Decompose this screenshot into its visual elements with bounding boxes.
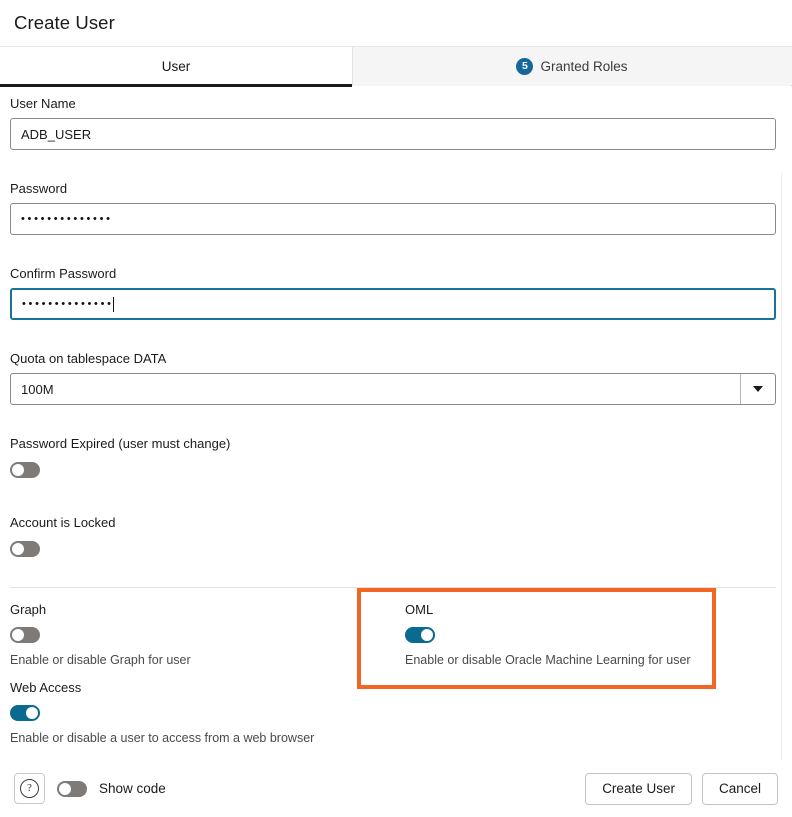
oml-help-text: Enable or disable Oracle Machine Learnin… xyxy=(405,652,691,668)
user-name-input[interactable]: ADB_USER xyxy=(10,118,776,150)
graph-help-text: Enable or disable Graph for user xyxy=(10,652,191,668)
toggle-knob xyxy=(12,464,24,476)
web-access-toggle[interactable] xyxy=(10,705,40,721)
footer-right-group: Create User Cancel xyxy=(585,773,778,805)
create-user-button[interactable]: Create User xyxy=(585,773,692,805)
field-password-expired: Password Expired (user must change) xyxy=(10,436,230,478)
dialog-footer: ? Show code Create User Cancel xyxy=(0,760,792,817)
field-password: Password •••••••••••••• xyxy=(10,181,776,235)
toggle-knob xyxy=(12,543,24,555)
field-oml: OML Enable or disable Oracle Machine Lea… xyxy=(405,602,691,668)
user-name-label: User Name xyxy=(10,96,776,112)
confirm-password-value: •••••••••••••• xyxy=(22,299,114,310)
field-account-locked: Account is Locked xyxy=(10,515,116,557)
toggle-knob xyxy=(421,629,433,641)
tab-granted-roles-label: Granted Roles xyxy=(540,59,627,74)
oml-toggle[interactable] xyxy=(405,627,435,643)
page-title: Create User xyxy=(14,12,115,34)
vertical-scrollbar[interactable] xyxy=(781,173,792,760)
password-expired-toggle[interactable] xyxy=(10,462,40,478)
create-user-dialog: Create User User 5 Granted Roles User Na… xyxy=(0,0,792,817)
web-access-label: Web Access xyxy=(10,680,314,696)
help-button[interactable]: ? xyxy=(14,773,45,804)
field-graph: Graph Enable or disable Graph for user xyxy=(10,602,191,668)
dialog-header: Create User xyxy=(0,0,792,47)
text-caret xyxy=(113,297,114,312)
tab-user-label: User xyxy=(162,59,191,74)
field-quota: Quota on tablespace DATA 100M xyxy=(10,351,776,405)
field-web-access: Web Access Enable or disable a user to a… xyxy=(10,680,314,746)
section-divider xyxy=(10,587,776,588)
user-form: User Name ADB_USER Password ••••••••••••… xyxy=(0,86,792,760)
oml-label: OML xyxy=(405,602,691,618)
quota-selected-value: 100M xyxy=(11,382,740,397)
password-expired-label: Password Expired (user must change) xyxy=(10,436,230,452)
confirm-password-label: Confirm Password xyxy=(10,266,776,282)
quota-label: Quota on tablespace DATA xyxy=(10,351,776,367)
confirm-password-input[interactable]: •••••••••••••• xyxy=(10,288,776,320)
tab-bar: User 5 Granted Roles xyxy=(0,47,792,86)
granted-roles-count-badge: 5 xyxy=(516,58,533,75)
tab-user[interactable]: User xyxy=(0,47,353,86)
password-label: Password xyxy=(10,181,776,197)
quota-dropdown-button[interactable] xyxy=(740,374,775,404)
password-value: •••••••••••••• xyxy=(21,214,113,225)
user-name-value: ADB_USER xyxy=(21,127,91,142)
question-mark-circle-icon: ? xyxy=(20,779,39,798)
graph-toggle[interactable] xyxy=(10,627,40,643)
cancel-button[interactable]: Cancel xyxy=(702,773,778,805)
tab-granted-roles[interactable]: 5 Granted Roles xyxy=(353,47,791,86)
field-confirm-password: Confirm Password •••••••••••••• xyxy=(10,266,776,320)
toggle-knob xyxy=(59,783,71,795)
toggle-knob xyxy=(26,707,38,719)
account-locked-toggle[interactable] xyxy=(10,541,40,557)
show-code-toggle[interactable] xyxy=(57,781,87,797)
quota-select[interactable]: 100M xyxy=(10,373,776,405)
password-input[interactable]: •••••••••••••• xyxy=(10,203,776,235)
show-code-label: Show code xyxy=(99,781,166,796)
account-locked-label: Account is Locked xyxy=(10,515,116,531)
footer-left-group: ? Show code xyxy=(14,773,166,804)
chevron-down-icon xyxy=(753,386,763,392)
toggle-knob xyxy=(12,629,24,641)
field-user-name: User Name ADB_USER xyxy=(10,96,776,150)
web-access-help-text: Enable or disable a user to access from … xyxy=(10,730,314,746)
graph-label: Graph xyxy=(10,602,191,618)
